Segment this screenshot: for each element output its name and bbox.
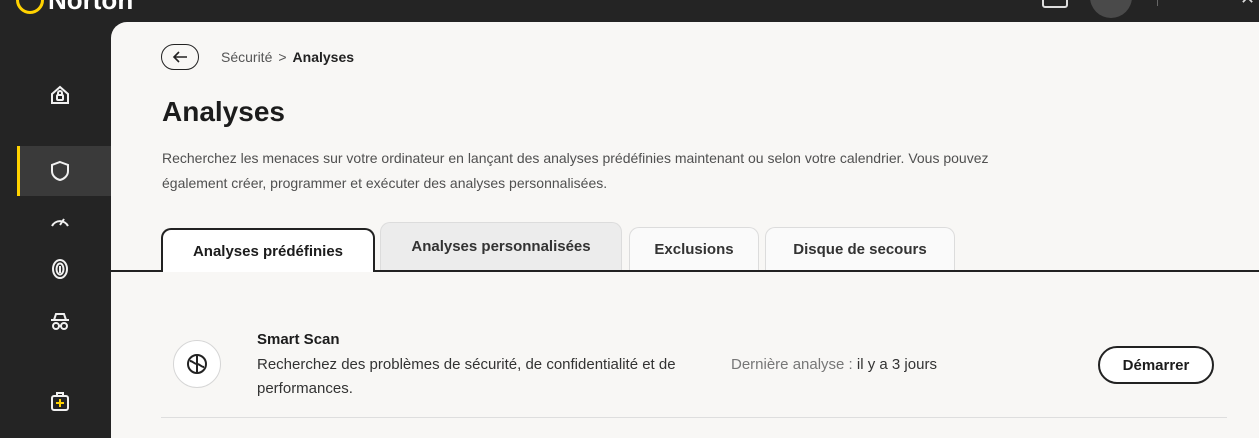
incognito-icon: [51, 313, 69, 330]
breadcrumb: Sécurité > Analyses: [221, 49, 354, 65]
breadcrumb-separator: >: [278, 49, 287, 65]
shield-icon: [51, 160, 69, 182]
last-scan-label: Dernière analyse :: [731, 356, 853, 373]
speed-icon: [51, 218, 69, 227]
scan-row: Smart Scan Recherchez des problèmes de s…: [161, 318, 1227, 418]
arrow-left-icon: [172, 51, 187, 63]
close-icon[interactable]: ✕: [1240, 0, 1255, 9]
logo-check-icon: [16, 0, 44, 14]
start-scan-button[interactable]: Démarrer: [1098, 346, 1214, 384]
sidebar-item-performance[interactable]: [17, 196, 111, 246]
tab-custom-scans[interactable]: Analyses personnalisées: [380, 222, 622, 270]
tab-label: Exclusions: [654, 240, 734, 258]
logo-text: Norton: [48, 0, 134, 15]
breadcrumb-parent[interactable]: Sécurité: [221, 49, 272, 65]
account-avatar[interactable]: [1090, 0, 1132, 18]
tab-predefined-scans[interactable]: Analyses prédéfinies: [161, 228, 375, 272]
page-description: Recherchez les menaces sur votre ordinat…: [162, 150, 989, 191]
smart-scan-icon: [173, 340, 221, 388]
mail-icon[interactable]: [1042, 0, 1068, 8]
tab-label: Analyses prédéfinies: [192, 242, 344, 260]
tab-label: Disque de secours: [793, 240, 927, 258]
sidebar-item-security[interactable]: [17, 146, 111, 196]
sidebar-item-home[interactable]: [17, 70, 111, 120]
sidebar-item-identity[interactable]: [17, 244, 111, 294]
page-title: Analyses: [162, 96, 285, 127]
sidebar-item-privacy[interactable]: [17, 296, 111, 346]
breadcrumb-current: Analyses: [292, 49, 355, 65]
tab-rescue-disk[interactable]: Disque de secours: [765, 227, 955, 270]
sidebar-item-utilities[interactable]: [17, 376, 111, 426]
scan-title: Smart Scan: [257, 331, 340, 348]
norton-logo: Norton: [16, 0, 133, 14]
main-panel: Sécurité > Analyses Analyses Recherchez …: [111, 22, 1259, 438]
tab-exclusions[interactable]: Exclusions: [629, 227, 759, 270]
scan-description: Recherchez des problèmes de sécurité, de…: [257, 356, 676, 397]
toolbox-plus-icon: [51, 392, 69, 411]
sidebar: [0, 22, 111, 438]
top-bar: Norton ✕: [0, 0, 1259, 22]
home-lock-icon: [51, 85, 69, 104]
last-scan-value: il y a 3 jours: [856, 356, 937, 373]
top-divider: [1157, 0, 1158, 6]
back-button[interactable]: [161, 44, 199, 70]
last-scan-info: Dernière analyse : il y a 3 jours: [731, 353, 937, 377]
tab-label: Analyses personnalisées: [411, 238, 591, 255]
fingerprint-icon: [52, 259, 68, 279]
